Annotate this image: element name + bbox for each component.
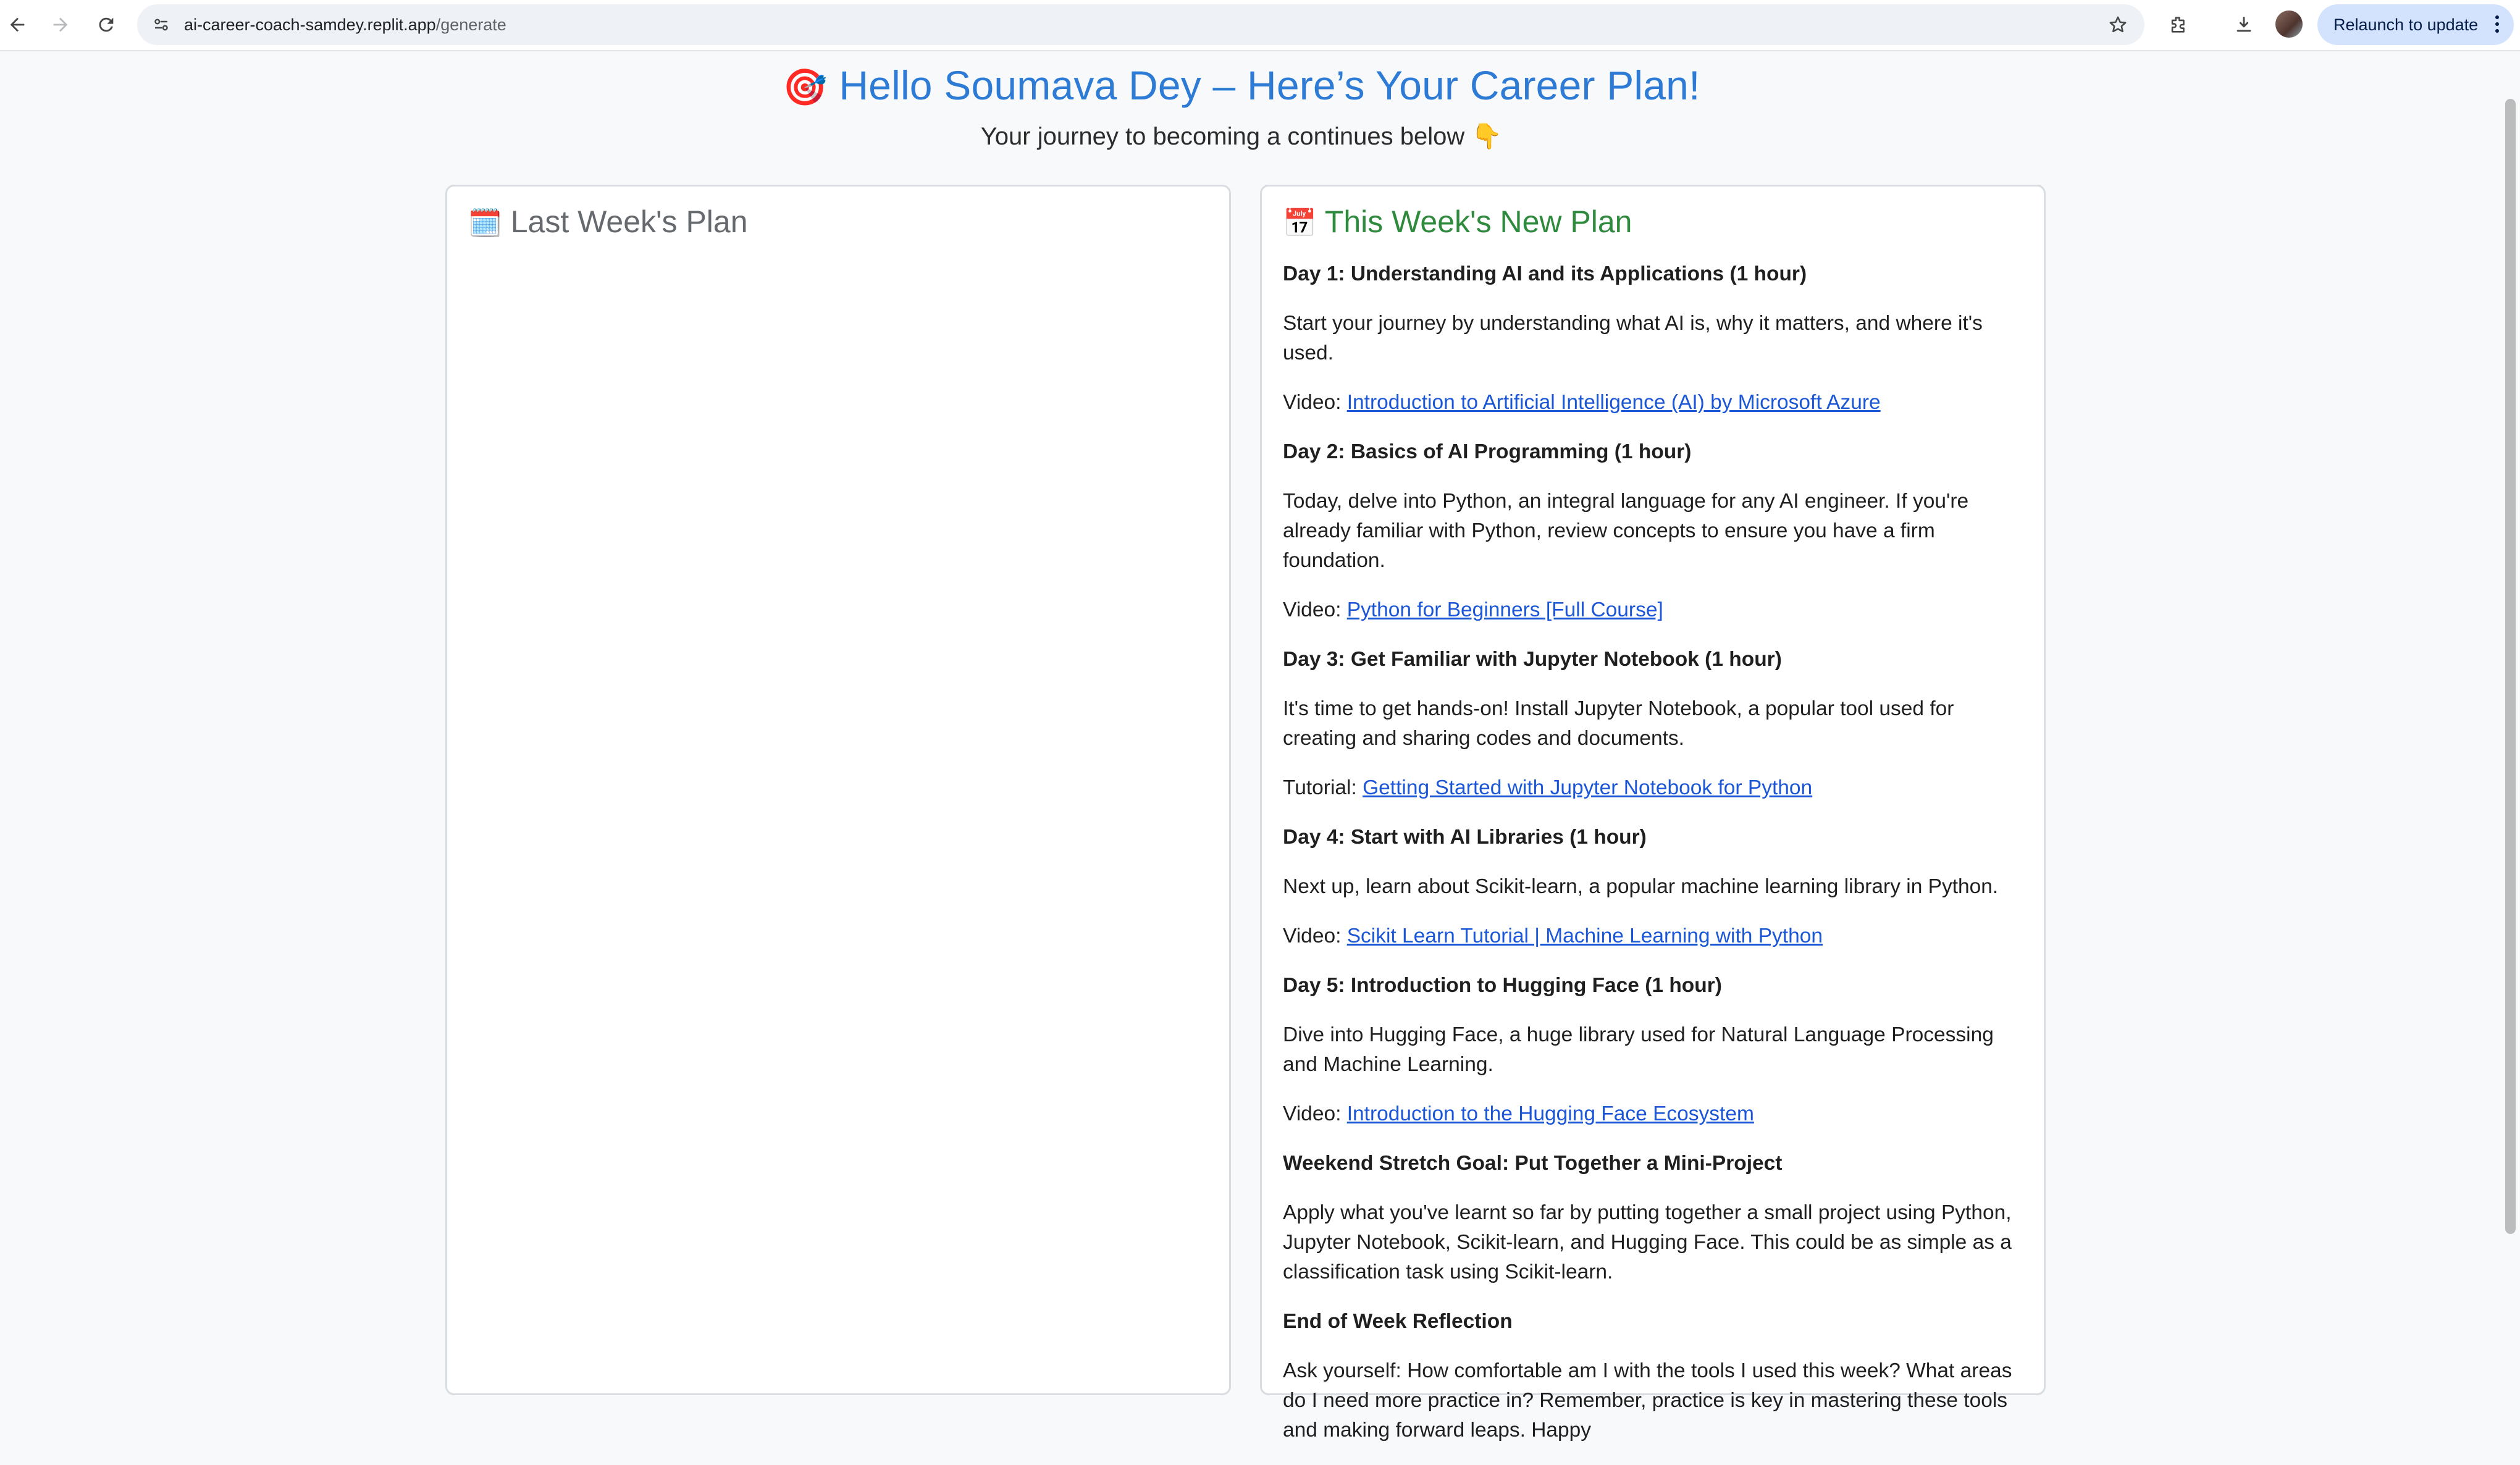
day5-resource-prefix: Video: xyxy=(1283,1102,1347,1125)
day2-resource-prefix: Video: xyxy=(1283,598,1347,621)
address-bar[interactable]: ai-career-coach-samdey.replit.app/genera… xyxy=(137,4,2144,45)
this-week-title: 📅 This Week's New Plan xyxy=(1283,204,1632,240)
last-week-title-text: Last Week's Plan xyxy=(510,204,748,239)
day1-text: Start your journey by understanding what… xyxy=(1283,312,1983,364)
day2-text: Today, delve into Python, an integral la… xyxy=(1283,490,1969,572)
weekend-text: Apply what you've learnt so far by putti… xyxy=(1283,1201,2012,1283)
download-icon xyxy=(2236,17,2251,32)
url-host: ai-career-coach-samdey.replit.app xyxy=(184,15,436,34)
notepad-calendar-icon: 🗓️ xyxy=(468,208,502,238)
last-week-title: 🗓️ Last Week's Plan xyxy=(468,204,748,240)
page-scrollbar-thumb[interactable] xyxy=(2505,99,2516,1234)
back-button[interactable] xyxy=(0,7,35,42)
reload-button[interactable] xyxy=(89,7,124,42)
this-week-plan-content: Day 1: Understanding AI and its Applicat… xyxy=(1283,259,2026,1465)
page-subtitle: Your journey to becoming a continues bel… xyxy=(980,123,1503,150)
reload-icon xyxy=(99,17,114,32)
day1-resource: Video: Introduction to Artificial Intell… xyxy=(1283,388,2026,418)
this-week-title-text: This Week's New Plan xyxy=(1324,204,1632,239)
browser-toolbar: ai-career-coach-samdey.replit.app/genera… xyxy=(0,0,2520,51)
day5-heading: Day 5: Introduction to Hugging Face (1 h… xyxy=(1283,974,1722,997)
more-vertical-icon xyxy=(2495,15,2500,36)
target-icon: 🎯 xyxy=(783,67,828,107)
page-title-text: Hello Soumava Dey – Here’s Your Career P… xyxy=(839,62,1700,108)
weekend-heading: Weekend Stretch Goal: Put Together a Min… xyxy=(1283,1152,1783,1175)
day3-text: It's time to get hands-on! Install Jupyt… xyxy=(1283,697,1954,750)
calendar-icon: 📅 xyxy=(1283,208,1317,238)
day4-resource: Video: Scikit Learn Tutorial | Machine L… xyxy=(1283,921,2026,951)
page-title: 🎯 Hello Soumava Dey – Here’s Your Career… xyxy=(0,62,2483,109)
day5-resource: Video: Introduction to the Hugging Face … xyxy=(1283,1099,2026,1129)
arrow-left-icon xyxy=(10,17,25,32)
reflection-text: Ask yourself: How comfortable am I with … xyxy=(1283,1359,2012,1442)
day2-resource-link[interactable]: Python for Beginners [Full Course] xyxy=(1347,598,1663,621)
day2-resource: Video: Python for Beginners [Full Course… xyxy=(1283,595,2026,625)
puzzle-icon xyxy=(2171,17,2185,33)
day5-resource-link[interactable]: Introduction to the Hugging Face Ecosyst… xyxy=(1347,1102,1754,1125)
bookmark-star-icon[interactable] xyxy=(2104,10,2132,39)
day3-resource-link[interactable]: Getting Started with Jupyter Notebook fo… xyxy=(1363,776,1812,799)
arrow-right-icon xyxy=(53,17,68,32)
day5-text: Dive into Hugging Face, a huge library u… xyxy=(1283,1023,1994,1076)
reflection-heading: End of Week Reflection xyxy=(1283,1310,1513,1333)
day4-heading: Day 4: Start with AI Libraries (1 hour) xyxy=(1283,826,1647,849)
this-week-plan-card: 📅 This Week's New Plan Day 1: Understand… xyxy=(1260,185,2046,1442)
day3-resource-prefix: Tutorial: xyxy=(1283,776,1363,799)
forward-button[interactable] xyxy=(43,7,78,42)
day2-heading: Day 2: Basics of AI Programming (1 hour) xyxy=(1283,440,1692,463)
downloads-button[interactable] xyxy=(2227,7,2261,42)
day3-resource: Tutorial: Getting Started with Jupyter N… xyxy=(1283,773,2026,803)
day1-resource-link[interactable]: Introduction to Artificial Intelligence … xyxy=(1347,391,1881,414)
day4-text: Next up, learn about Scikit-learn, a pop… xyxy=(1283,875,1999,898)
profile-avatar[interactable] xyxy=(2275,10,2303,38)
extensions-button[interactable] xyxy=(2161,7,2196,42)
day1-heading: Day 1: Understanding AI and its Applicat… xyxy=(1283,262,1807,285)
day3-heading: Day 3: Get Familiar with Jupyter Noteboo… xyxy=(1283,648,1782,671)
relaunch-to-update-button[interactable]: Relaunch to update xyxy=(2317,4,2514,45)
last-week-plan-card: 🗓️ Last Week's Plan xyxy=(445,185,1231,1395)
day1-resource-prefix: Video: xyxy=(1283,391,1347,414)
day4-resource-prefix: Video: xyxy=(1283,925,1347,947)
url-text[interactable]: ai-career-coach-samdey.replit.app/genera… xyxy=(184,4,506,45)
site-settings-icon[interactable] xyxy=(147,10,175,39)
url-path: /generate xyxy=(435,15,506,34)
day4-resource-link[interactable]: Scikit Learn Tutorial | Machine Learning… xyxy=(1347,925,1823,947)
relaunch-label: Relaunch to update xyxy=(2333,15,2479,34)
